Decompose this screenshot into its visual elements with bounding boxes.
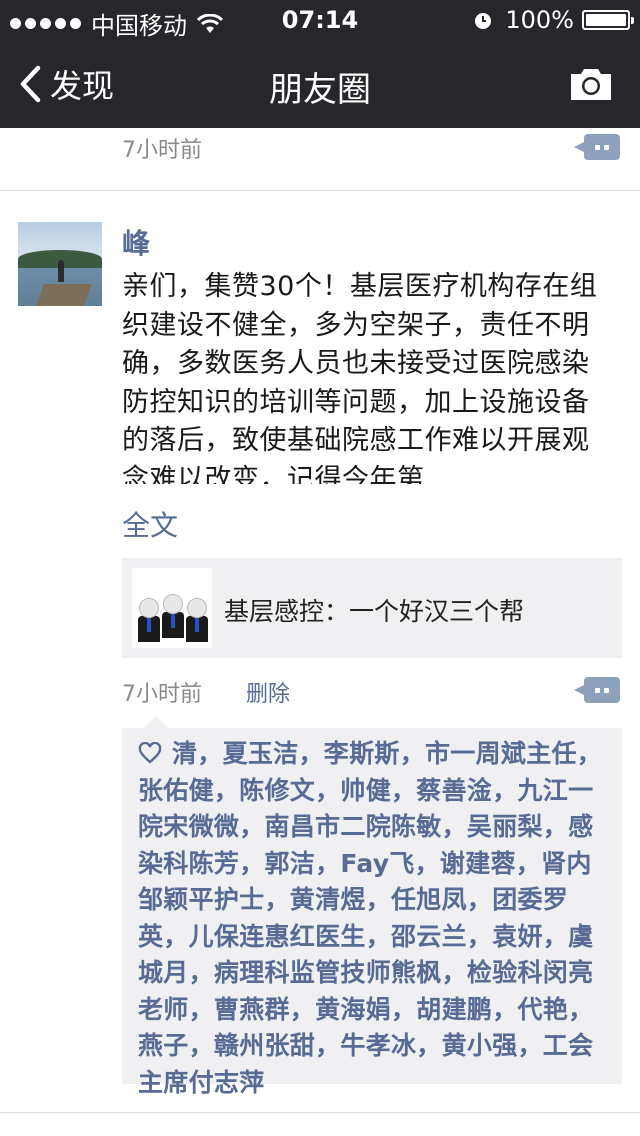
likes-section: 清，夏玉洁，李斯斯，市一周斌主任，张佑健，陈修文，帅健，蔡善淦，九江一院宋微微，… <box>122 716 622 1097</box>
status-bar: 中国移动 07:14 100% <box>0 0 640 40</box>
camera-icon[interactable] <box>568 66 614 102</box>
battery-percent: 100% <box>505 6 574 34</box>
post-text: 亲们，集赞30个！基层医疗机构存在组织建设不健全，多为空架子，责任不明确，多数医… <box>122 271 598 484</box>
likes-names[interactable]: 清，夏玉洁，李斯斯，市一周斌主任，张佑健，陈修文，帅健，蔡善淦，九江一院宋微微，… <box>138 739 602 1097</box>
post-user-name[interactable]: 峰 <box>122 222 150 262</box>
post-divider <box>0 1112 640 1113</box>
post-time: 7小时前 <box>122 682 202 707</box>
comment-dot <box>595 145 600 150</box>
heart-icon <box>138 742 162 764</box>
comment-dot <box>604 688 609 693</box>
figure-icon <box>138 598 160 642</box>
comment-dot <box>604 145 609 150</box>
figure-icon <box>186 598 208 642</box>
battery-icon <box>582 10 634 30</box>
avatar[interactable] <box>18 222 102 306</box>
comment-button[interactable] <box>574 134 620 160</box>
comment-button[interactable] <box>574 677 620 703</box>
link-thumbnail <box>132 568 212 648</box>
comment-dot <box>595 688 600 693</box>
avatar-person <box>58 260 64 282</box>
delete-button[interactable]: 删除 <box>246 676 290 708</box>
shared-link-card[interactable]: 基层感控：一个好汉三个帮 <box>122 558 622 658</box>
page-title: 朋友圈 <box>269 70 371 110</box>
post-divider <box>0 190 640 191</box>
navigation-bar: 发现 朋友圈 <box>0 40 640 128</box>
full-text-link[interactable]: 全文 <box>122 504 178 544</box>
figure-icon <box>162 594 184 638</box>
alarm-icon <box>475 13 492 29</box>
link-title: 基层感控：一个好汉三个帮 <box>224 597 525 626</box>
avatar-pier <box>35 284 93 306</box>
likes-list: 清，夏玉洁，李斯斯，市一周斌主任，张佑健，陈修文，帅健，蔡善淦，九江一院宋微微，… <box>138 736 614 1101</box>
previous-post-time: 7小时前 <box>122 138 202 163</box>
battery-fill <box>586 14 626 26</box>
